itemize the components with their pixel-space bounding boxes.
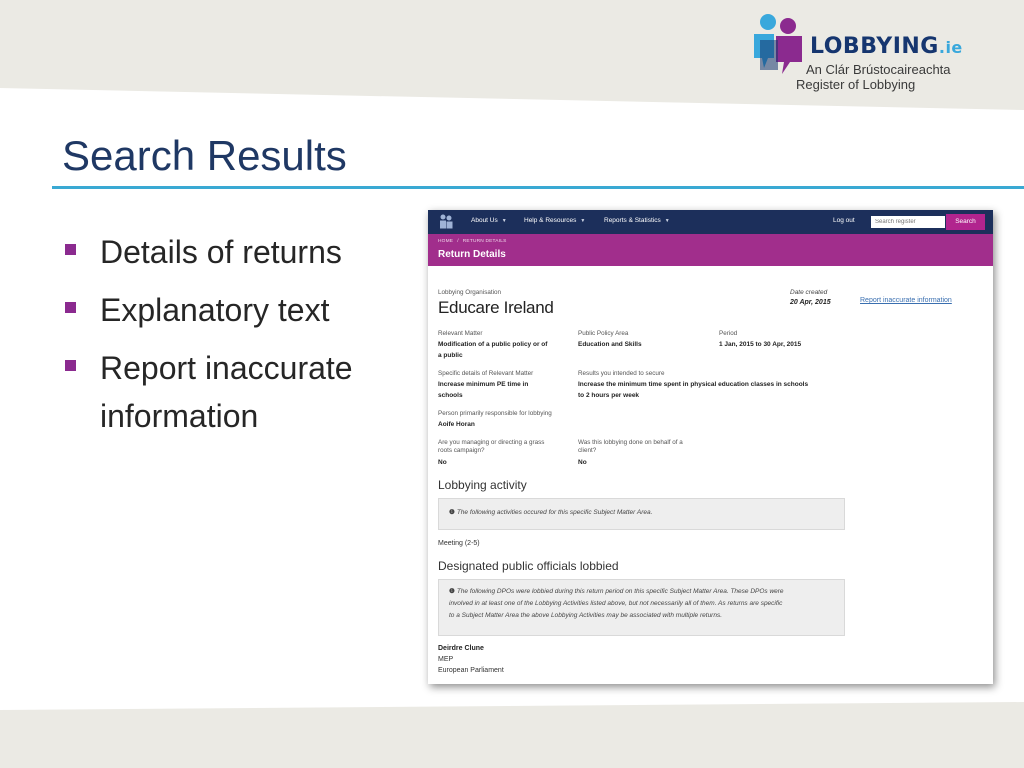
grassroots-label: Are you managing or directing a grass roo…: [438, 439, 545, 454]
official-name: Deirdre Clune: [438, 645, 484, 652]
chevron-down-icon: ▼: [580, 218, 586, 224]
bullet-square-icon: [65, 302, 76, 313]
logo-irish-tagline: An Clár Brústocaireachta: [806, 62, 951, 77]
logout-link[interactable]: Log out: [833, 217, 855, 224]
policy-area-value: Education and Skills: [578, 341, 642, 348]
nav-help-resources[interactable]: Help & Resources ▼: [524, 217, 585, 224]
date-created-label: Date created: [790, 289, 828, 296]
date-created-value: 20 Apr, 2015: [790, 299, 831, 306]
activity-info-box: ❶ The following activities occured for th…: [438, 498, 845, 530]
period-label: Period: [719, 330, 738, 337]
people-speech-icon: [754, 14, 802, 74]
relevant-matter-value: Modification of a public policy or of a p…: [438, 341, 548, 359]
policy-area-label: Public Policy Area: [578, 330, 629, 337]
bullet-square-icon: [65, 360, 76, 371]
specific-details-value: Increase minimum PE time in schools: [438, 381, 529, 399]
bullet-text: Details of returns: [100, 234, 342, 270]
logo-wordmark: LOBBYING.ie: [810, 34, 963, 59]
footer-background: [0, 702, 1024, 768]
official-body: European Parliament: [438, 667, 504, 674]
officials-heading: Designated public officials lobbied: [438, 559, 619, 573]
site-navbar: About Us ▼ Help & Resources ▼ Reports & St…: [428, 210, 993, 234]
slide-title: Search Results: [62, 132, 347, 179]
period-value: 1 Jan, 2015 to 30 Apr, 2015: [719, 341, 802, 348]
bullet-item: Report inaccurate information: [62, 344, 402, 440]
official-title: MEP: [438, 656, 454, 663]
nav-about-us[interactable]: About Us ▼: [471, 217, 507, 224]
person-value: Aoife Horan: [438, 421, 475, 428]
search-button[interactable]: Search: [946, 214, 985, 230]
bullet-item: Explanatory text: [62, 286, 402, 334]
org-name: Educare Ireland: [438, 298, 554, 317]
bullet-square-icon: [65, 244, 76, 255]
title-divider: [52, 186, 1024, 189]
lobbying-ie-logo: LOBBYING.ie An Clár Brústocaireachta Reg…: [752, 12, 992, 96]
relevant-matter-label: Relevant Matter: [438, 330, 483, 337]
logo-english-tagline: Register of Lobbying: [796, 77, 916, 92]
specific-details-label: Specific details of Relevant Matter: [438, 370, 534, 377]
page-title: Return Details: [438, 249, 506, 260]
meeting-count: Meeting (2-5): [438, 540, 480, 547]
grassroots-value: No: [438, 459, 447, 466]
search-input[interactable]: [871, 216, 945, 228]
info-icon: ❶: [449, 588, 455, 595]
bullet-item: Details of returns: [62, 228, 402, 276]
bullet-text: Report inaccurate information: [100, 350, 353, 434]
breadcrumb-current: RETURN DETAILS: [462, 239, 507, 244]
bullet-text: Explanatory text: [100, 292, 330, 328]
client-label: Was this lobbying done on behalf of a cli…: [578, 439, 683, 454]
breadcrumb: HOME / RETURN DETAILS: [438, 239, 507, 244]
chevron-down-icon: ▼: [501, 218, 507, 224]
chevron-down-icon: ▼: [664, 218, 670, 224]
website-screenshot: About Us ▼ Help & Resources ▼ Reports & St…: [428, 210, 993, 684]
report-inaccurate-link[interactable]: Report inaccurate information: [860, 297, 952, 304]
person-label: Person primarily responsible for lobbyin…: [438, 410, 552, 417]
page-header-band: HOME / RETURN DETAILS Return Details: [428, 234, 993, 266]
breadcrumb-home[interactable]: HOME: [438, 239, 453, 244]
officials-info-box: ❶ The following DPOs were lobbied during …: [438, 579, 845, 636]
lobbying-activity-heading: Lobbying activity: [438, 478, 527, 492]
client-value: No: [578, 459, 587, 466]
nav-reports-statistics[interactable]: Reports & Statistics ▼: [604, 217, 670, 224]
bullet-list: Details of returns Explanatory text Repo…: [62, 228, 402, 450]
results-label: Results you intended to secure: [578, 370, 665, 377]
info-icon: ❶: [449, 509, 455, 516]
results-value: Increase the minimum time spent in physi…: [578, 381, 809, 399]
site-logo-icon[interactable]: [438, 214, 454, 230]
org-label: Lobbying Organisation: [438, 289, 502, 296]
